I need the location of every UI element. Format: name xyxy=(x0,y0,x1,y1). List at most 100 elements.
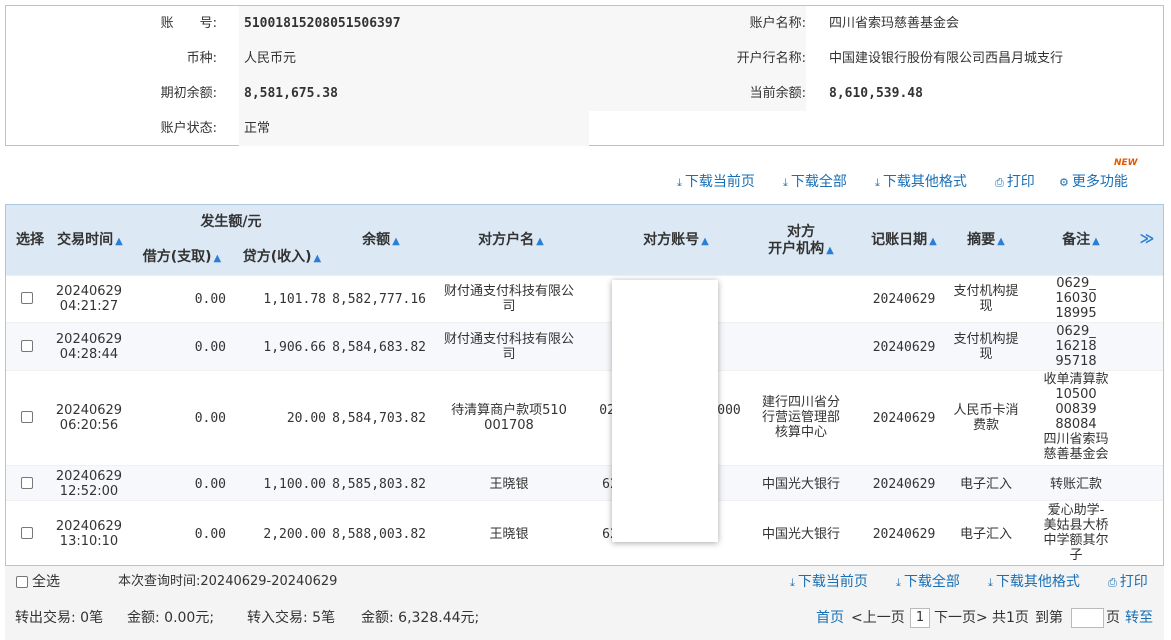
next-page-link[interactable]: 下一页> xyxy=(934,608,988,628)
download-icon: ⤓ xyxy=(988,576,993,589)
header-counterparty-name[interactable]: 对方户名 ▲ xyxy=(456,232,566,250)
info-row-balance: 期初余额: 8,581,675.38 当前余额: 8,610,539.48 xyxy=(6,76,1163,111)
row-balance: 8,584,683.82 xyxy=(332,340,426,355)
sort-icon: ▲ xyxy=(701,236,709,247)
header-amount-group: 发生额/元 xyxy=(200,214,262,230)
first-page-link[interactable]: 首页 xyxy=(816,608,844,628)
header-credit[interactable]: 贷方(收入) ▲ xyxy=(234,249,330,267)
redaction-overlay xyxy=(612,280,718,542)
sort-icon: ▲ xyxy=(392,236,400,247)
sort-icon: ▲ xyxy=(213,253,222,264)
row-checkbox[interactable] xyxy=(21,477,33,489)
row-debit: 0.00 xyxy=(194,477,226,492)
table-row: 20240629 12:52:00 0.00 1,100.00 8,585,803… xyxy=(6,465,1163,500)
row-posting-date: 20240629 xyxy=(872,292,936,307)
currency-label: 币种: xyxy=(186,51,217,66)
print-label: 打印 xyxy=(1006,174,1035,190)
expand-columns-icon[interactable]: ≫ xyxy=(1134,231,1160,248)
total-pages: 共1页 xyxy=(992,610,1029,626)
row-balance: 8,584,703.82 xyxy=(332,411,426,426)
opening-balance-label: 期初余额: xyxy=(160,86,217,101)
goto-label: 到第 xyxy=(1035,610,1063,626)
header-counterparty-bank[interactable]: 对方 开户机构 ▲ xyxy=(761,224,841,259)
prev-page-link[interactable]: <上一页 xyxy=(851,608,905,628)
download-icon: ⤓ xyxy=(783,176,788,189)
header-summary[interactable]: 摘要 ▲ xyxy=(956,232,1016,250)
more-functions-button[interactable]: ⚙ 更多功能 xyxy=(1059,172,1128,193)
query-time: 本次查询时间:20240629-20240629 xyxy=(118,574,338,589)
row-credit: 20.00 xyxy=(286,411,326,426)
table-row: 20240629 06:20:56 0.00 20.00 8,584,703.82… xyxy=(6,370,1163,465)
out-amount: 金额: 0.00元; xyxy=(127,610,215,626)
row-debit: 0.00 xyxy=(194,292,226,307)
page-unit-label: 页 xyxy=(1106,610,1120,626)
row-balance: 8,588,003.82 xyxy=(332,527,426,542)
account-no-value: 51001815208051506397 xyxy=(239,6,589,41)
table-row: 20240629 04:28:44 0.00 1,906.66 8,584,683… xyxy=(6,322,1163,370)
row-counterparty-name: 王晓银 xyxy=(489,527,529,542)
row-balance: 8,582,777.16 xyxy=(332,292,426,307)
row-checkbox[interactable] xyxy=(21,527,33,539)
row-time: 20240629 12:52:00 xyxy=(55,469,123,499)
footer-download-other-button[interactable]: ⤓ 下载其他格式 xyxy=(988,572,1080,593)
table-header: 选择 交易时间 ▲ 发生额/元 借方(支取) ▲ 贷方(收入) ▲ 余额 ▲ 对方户名 ▲… xyxy=(6,205,1163,275)
header-select: 选择 xyxy=(16,232,44,248)
row-credit: 1,101.78 xyxy=(263,292,326,307)
download-other-button[interactable]: ⤓ 下载其他格式 xyxy=(875,172,967,193)
row-counterparty-bank: 中国光大银行 xyxy=(761,477,840,492)
select-all-checkbox[interactable] xyxy=(16,576,28,588)
download-icon: ⤓ xyxy=(896,576,901,589)
row-checkbox[interactable] xyxy=(21,411,33,423)
row-posting-date: 20240629 xyxy=(872,340,936,355)
account-name-label: 账户名称: xyxy=(589,6,806,41)
status-label: 账户状态: xyxy=(160,121,217,136)
current-page-number[interactable]: 1 xyxy=(910,608,930,628)
goto-button[interactable]: 转至 xyxy=(1125,608,1153,628)
sort-icon: ▲ xyxy=(313,253,322,264)
download-other-label: 下载其他格式 xyxy=(882,174,967,190)
row-checkbox[interactable] xyxy=(21,340,33,352)
header-remark[interactable]: 备注 ▲ xyxy=(1051,232,1111,250)
row-counterparty-name: 财付通支付科技有限公司 xyxy=(443,284,574,314)
bank-label: 开户行名称: xyxy=(589,41,806,76)
printer-icon: ⎙ xyxy=(995,176,1004,189)
download-all-label: 下载全部 xyxy=(790,174,847,190)
row-remark: 0629_ 16030 18995 xyxy=(1055,276,1097,321)
header-counterparty-account[interactable]: 对方账号 ▲ xyxy=(621,232,731,250)
row-summary: 支付机构提现 xyxy=(953,332,1019,362)
row-summary: 人民币卡消 费款 xyxy=(953,403,1019,433)
footer-print-label: 打印 xyxy=(1119,574,1148,590)
header-balance[interactable]: 余额 ▲ xyxy=(346,232,416,250)
row-credit: 2,200.00 xyxy=(263,527,326,542)
out-transactions: 转出交易: 0笔 xyxy=(15,610,104,626)
in-amount: 金额: 6,328.44元; xyxy=(361,610,480,626)
row-counterparty-name: 王晓银 xyxy=(489,477,529,492)
header-posting-date[interactable]: 记账日期 ▲ xyxy=(864,232,944,250)
row-posting-date: 20240629 xyxy=(872,477,936,492)
row-balance: 8,585,803.82 xyxy=(332,477,426,492)
footer-download-all-button[interactable]: ⤓ 下载全部 xyxy=(896,572,960,593)
row-posting-date: 20240629 xyxy=(872,527,936,542)
sort-icon: ▲ xyxy=(1092,236,1100,247)
header-time[interactable]: 交易时间 ▲ xyxy=(50,232,130,250)
print-button[interactable]: ⎙ 打印 xyxy=(995,172,1035,193)
goto-page-input[interactable] xyxy=(1071,608,1104,628)
account-name-value: 四川省索玛慈善基金会 xyxy=(829,16,960,31)
sort-icon: ▲ xyxy=(997,236,1005,247)
download-all-button[interactable]: ⤓ 下载全部 xyxy=(783,172,847,193)
printer-icon: ⎙ xyxy=(1108,576,1117,589)
row-remark: 转账汇款 xyxy=(1049,477,1102,492)
footer-download-page-button[interactable]: ⤓ 下载当前页 xyxy=(790,572,868,593)
currency-value: 人民币元 xyxy=(239,41,589,76)
footer-print-button[interactable]: ⎙ 打印 xyxy=(1108,572,1148,593)
info-row-status: 账户状态: 正常 xyxy=(6,111,1163,146)
row-checkbox[interactable] xyxy=(21,292,33,304)
row-counterparty-bank: 中国光大银行 xyxy=(761,527,840,542)
sort-icon: ▲ xyxy=(536,236,544,247)
download-icon: ⤓ xyxy=(677,176,682,189)
row-remark: 0629_ 16218 95718 xyxy=(1055,324,1097,369)
download-page-button[interactable]: ⤓ 下载当前页 xyxy=(677,172,755,193)
row-time: 20240629 04:21:27 xyxy=(55,284,123,314)
header-debit[interactable]: 借方(支取) ▲ xyxy=(134,249,230,267)
download-page-label: 下载当前页 xyxy=(684,174,755,190)
